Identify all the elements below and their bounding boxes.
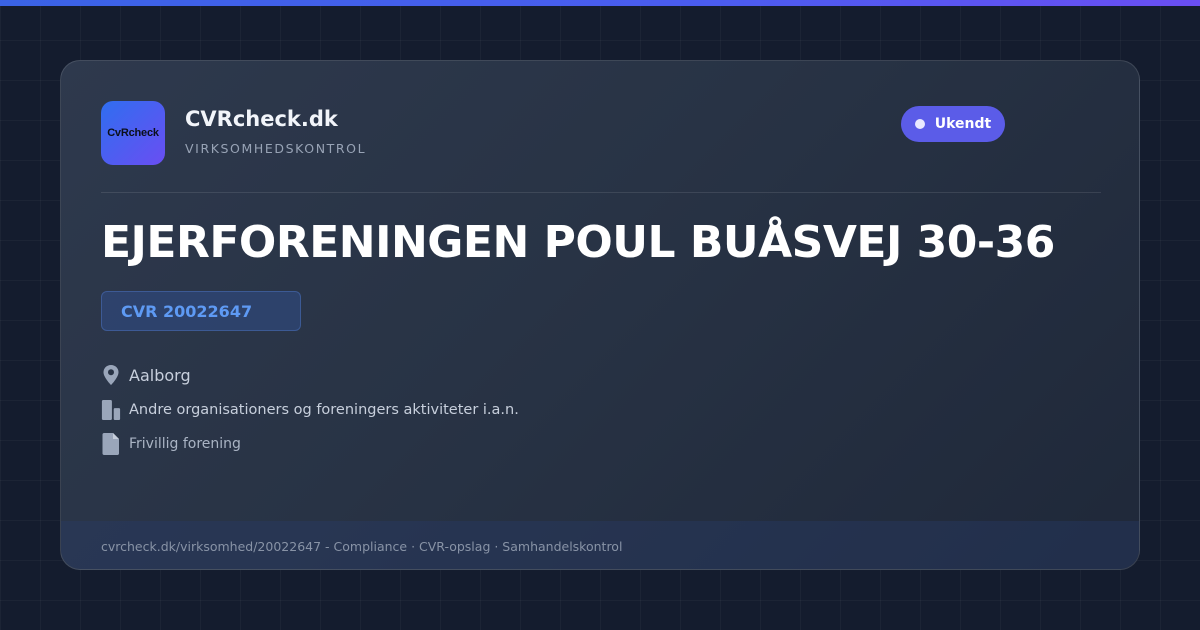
logo-text: CvRcheck bbox=[107, 127, 159, 139]
building-icon bbox=[101, 398, 121, 422]
info-row-form: Frivillig forening bbox=[101, 432, 241, 456]
cvr-chip: CVR 20022647 bbox=[101, 291, 301, 331]
status-badge: Ukendt bbox=[901, 106, 1005, 142]
status-label: Ukendt bbox=[934, 116, 992, 132]
status-dot-icon bbox=[914, 119, 925, 129]
header-divider bbox=[101, 192, 1101, 193]
card-footer: cvrcheck.dk/virksomhed/20022647 - Compli… bbox=[61, 521, 1139, 569]
accent-top-bar bbox=[0, 0, 1200, 6]
brand-name: CVRcheck.dk bbox=[185, 107, 338, 131]
brand-tagline: VIRKSOMHEDSKONTROL bbox=[185, 141, 367, 156]
company-industry: Andre organisationers og foreningers akt… bbox=[129, 402, 519, 418]
info-row-industry: Andre organisationers og foreningers akt… bbox=[101, 398, 519, 422]
company-form: Frivillig forening bbox=[129, 436, 241, 452]
company-card: CvRcheck CVRcheck.dk VIRKSOMHEDSKONTROL … bbox=[60, 60, 1140, 570]
brand-logo: CvRcheck bbox=[101, 101, 165, 165]
footer-text: cvrcheck.dk/virksomhed/20022647 - Compli… bbox=[101, 539, 623, 554]
company-name: EJERFORENINGEN POUL BUÅSVEJ 30-36 bbox=[101, 217, 1055, 268]
info-row-city: Aalborg bbox=[101, 363, 191, 387]
document-icon bbox=[101, 432, 121, 456]
cvr-number: CVR 20022647 bbox=[121, 301, 253, 321]
company-city: Aalborg bbox=[129, 365, 191, 385]
map-pin-icon bbox=[101, 363, 121, 387]
